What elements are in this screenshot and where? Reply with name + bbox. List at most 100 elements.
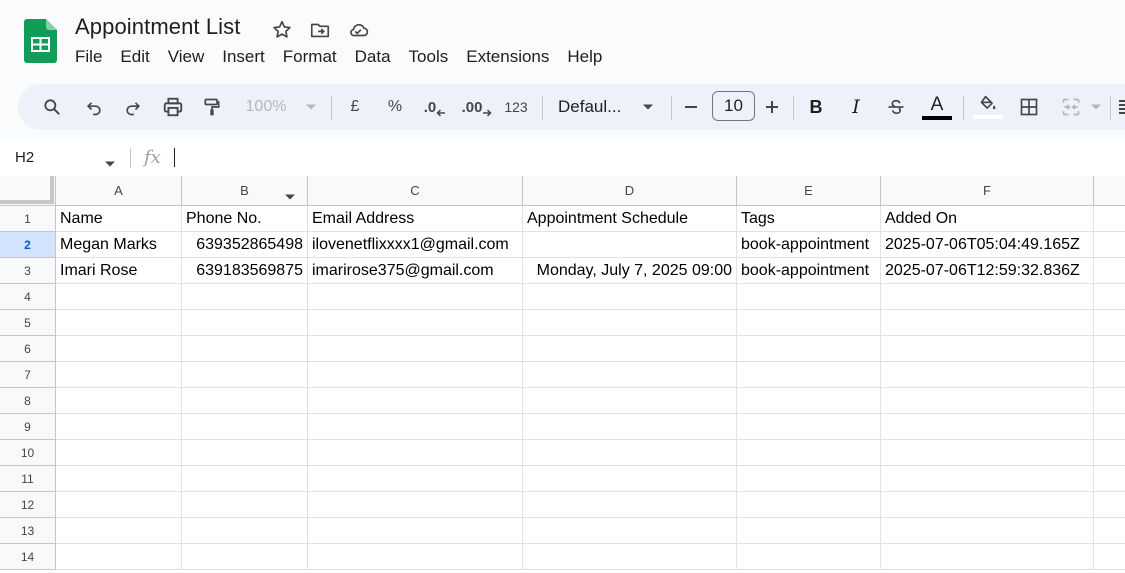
cell-f7[interactable] <box>881 362 1094 388</box>
cell-x10[interactable] <box>1094 440 1125 466</box>
fill-color-button[interactable] <box>972 84 1004 130</box>
cell-e1[interactable]: Tags <box>737 206 881 232</box>
decrease-decimal-button[interactable]: .0 <box>420 84 450 130</box>
cell-b14[interactable] <box>182 544 308 570</box>
cell-a13[interactable] <box>56 518 182 544</box>
cell-x11[interactable] <box>1094 466 1125 492</box>
cell-f13[interactable] <box>881 518 1094 544</box>
cell-f12[interactable] <box>881 492 1094 518</box>
menu-data[interactable]: Data <box>346 45 400 69</box>
sheets-logo-icon[interactable] <box>24 19 57 63</box>
menu-help[interactable]: Help <box>558 45 611 69</box>
move-to-folder-icon[interactable] <box>308 18 332 42</box>
row-header-12[interactable]: 12 <box>0 492 56 518</box>
cell-d5[interactable] <box>523 310 737 336</box>
increase-decimal-button[interactable]: .00 <box>461 84 493 130</box>
name-box[interactable]: H2 <box>15 149 34 166</box>
column-header-e[interactable]: E <box>737 176 881 206</box>
cell-b10[interactable] <box>182 440 308 466</box>
search-menus-icon[interactable] <box>38 84 66 130</box>
cell-a5[interactable] <box>56 310 182 336</box>
cell-x14[interactable] <box>1094 544 1125 570</box>
column-menu-chevron-down-icon[interactable] <box>284 188 296 206</box>
cell-f4[interactable] <box>881 284 1094 310</box>
freeze-handle[interactable] <box>0 176 54 204</box>
redo-icon[interactable] <box>119 84 147 130</box>
cell-f14[interactable] <box>881 544 1094 570</box>
zoom-chevron-down-icon[interactable] <box>303 84 319 130</box>
cell-b2[interactable]: 639352865498 <box>182 232 308 258</box>
cell-e11[interactable] <box>737 466 881 492</box>
row-header-14[interactable]: 14 <box>0 544 56 570</box>
cell-x6[interactable] <box>1094 336 1125 362</box>
borders-icon[interactable] <box>1016 84 1042 130</box>
cell-b12[interactable] <box>182 492 308 518</box>
cell-x1[interactable] <box>1094 206 1125 232</box>
cell-d6[interactable] <box>523 336 737 362</box>
zoom-select[interactable]: 100% <box>240 84 292 130</box>
font-size-input[interactable]: 10 <box>712 91 755 121</box>
format-percent-button[interactable]: % <box>384 84 406 130</box>
cell-b7[interactable] <box>182 362 308 388</box>
cell-e4[interactable] <box>737 284 881 310</box>
column-header-d[interactable]: D <box>523 176 737 206</box>
cell-f2[interactable]: 2025-07-06T05:04:49.165Z <box>881 232 1094 258</box>
cell-x8[interactable] <box>1094 388 1125 414</box>
cell-a6[interactable] <box>56 336 182 362</box>
row-header-4[interactable]: 4 <box>0 284 56 310</box>
cell-d12[interactable] <box>523 492 737 518</box>
cell-d14[interactable] <box>523 544 737 570</box>
cell-x7[interactable] <box>1094 362 1125 388</box>
cell-x9[interactable] <box>1094 414 1125 440</box>
cell-a8[interactable] <box>56 388 182 414</box>
cell-f6[interactable] <box>881 336 1094 362</box>
cell-e5[interactable] <box>737 310 881 336</box>
row-header-9[interactable]: 9 <box>0 414 56 440</box>
name-box-chevron-down-icon[interactable] <box>104 155 116 173</box>
cell-x4[interactable] <box>1094 284 1125 310</box>
cell-d13[interactable] <box>523 518 737 544</box>
cell-e6[interactable] <box>737 336 881 362</box>
cell-d2[interactable] <box>523 232 737 258</box>
cell-a9[interactable] <box>56 414 182 440</box>
cell-b13[interactable] <box>182 518 308 544</box>
number-format-button[interactable]: 123 <box>501 84 531 130</box>
row-header-7[interactable]: 7 <box>0 362 56 388</box>
undo-icon[interactable] <box>80 84 108 130</box>
cell-a3[interactable]: Imari Rose <box>56 258 182 284</box>
row-header-5[interactable]: 5 <box>0 310 56 336</box>
cell-d11[interactable] <box>523 466 737 492</box>
print-icon[interactable] <box>159 84 187 130</box>
cell-d1[interactable]: Appointment Schedule <box>523 206 737 232</box>
select-all-corner[interactable] <box>0 176 56 206</box>
cell-b8[interactable] <box>182 388 308 414</box>
cell-x3[interactable] <box>1094 258 1125 284</box>
strikethrough-icon[interactable] <box>884 84 908 130</box>
cell-a2[interactable]: Megan Marks <box>56 232 182 258</box>
menu-edit[interactable]: Edit <box>111 45 158 69</box>
cell-f10[interactable] <box>881 440 1094 466</box>
menu-format[interactable]: Format <box>274 45 346 69</box>
menu-file[interactable]: File <box>66 45 111 69</box>
cell-b5[interactable] <box>182 310 308 336</box>
column-header[interactable] <box>1094 176 1125 206</box>
cell-c8[interactable] <box>308 388 523 414</box>
cell-c13[interactable] <box>308 518 523 544</box>
cell-c14[interactable] <box>308 544 523 570</box>
cell-a7[interactable] <box>56 362 182 388</box>
cloud-status-icon[interactable] <box>346 18 370 42</box>
cell-f9[interactable] <box>881 414 1094 440</box>
cell-c11[interactable] <box>308 466 523 492</box>
formula-input[interactable] <box>180 148 1080 168</box>
cell-c3[interactable]: imarirose375@gmail.com <box>308 258 523 284</box>
menu-extensions[interactable]: Extensions <box>457 45 558 69</box>
menu-insert[interactable]: Insert <box>213 45 274 69</box>
cell-e12[interactable] <box>737 492 881 518</box>
increase-font-size-icon[interactable] <box>761 84 783 130</box>
cell-d8[interactable] <box>523 388 737 414</box>
cell-e9[interactable] <box>737 414 881 440</box>
cell-e3[interactable]: book-appointment <box>737 258 881 284</box>
cell-a11[interactable] <box>56 466 182 492</box>
cell-f11[interactable] <box>881 466 1094 492</box>
cell-c7[interactable] <box>308 362 523 388</box>
